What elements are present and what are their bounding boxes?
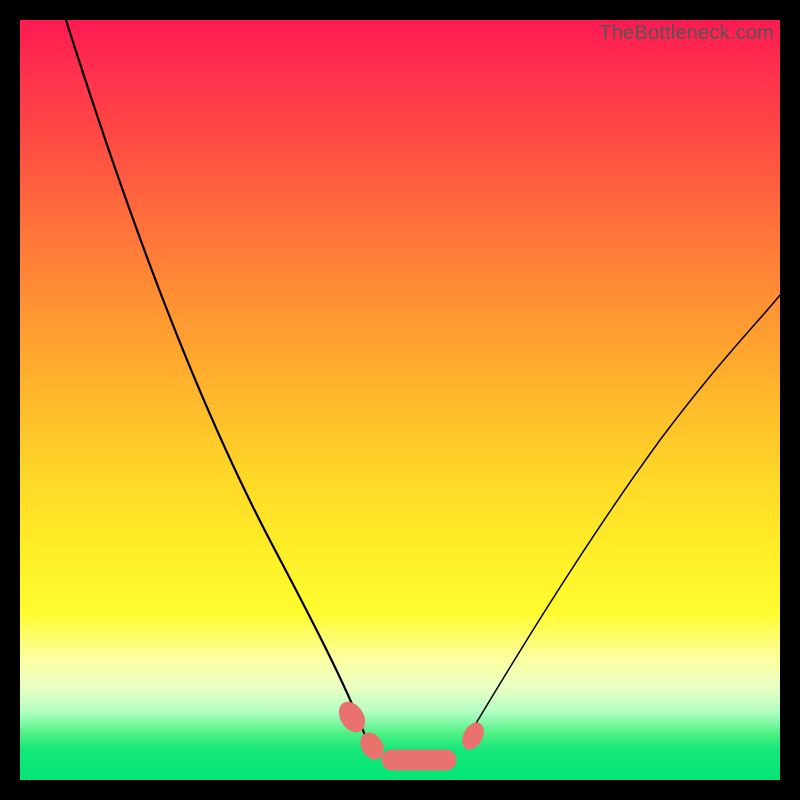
outer-frame: TheBottleneck.com bbox=[0, 0, 800, 800]
left-blob-upper bbox=[334, 698, 370, 737]
bottom-blob bbox=[382, 750, 456, 770]
right-blob bbox=[458, 719, 487, 752]
plot-area: TheBottleneck.com bbox=[20, 20, 780, 780]
right-curve bbox=[466, 295, 780, 740]
left-curve bbox=[66, 20, 366, 738]
marker-group bbox=[334, 698, 487, 770]
curves-svg bbox=[20, 20, 780, 780]
